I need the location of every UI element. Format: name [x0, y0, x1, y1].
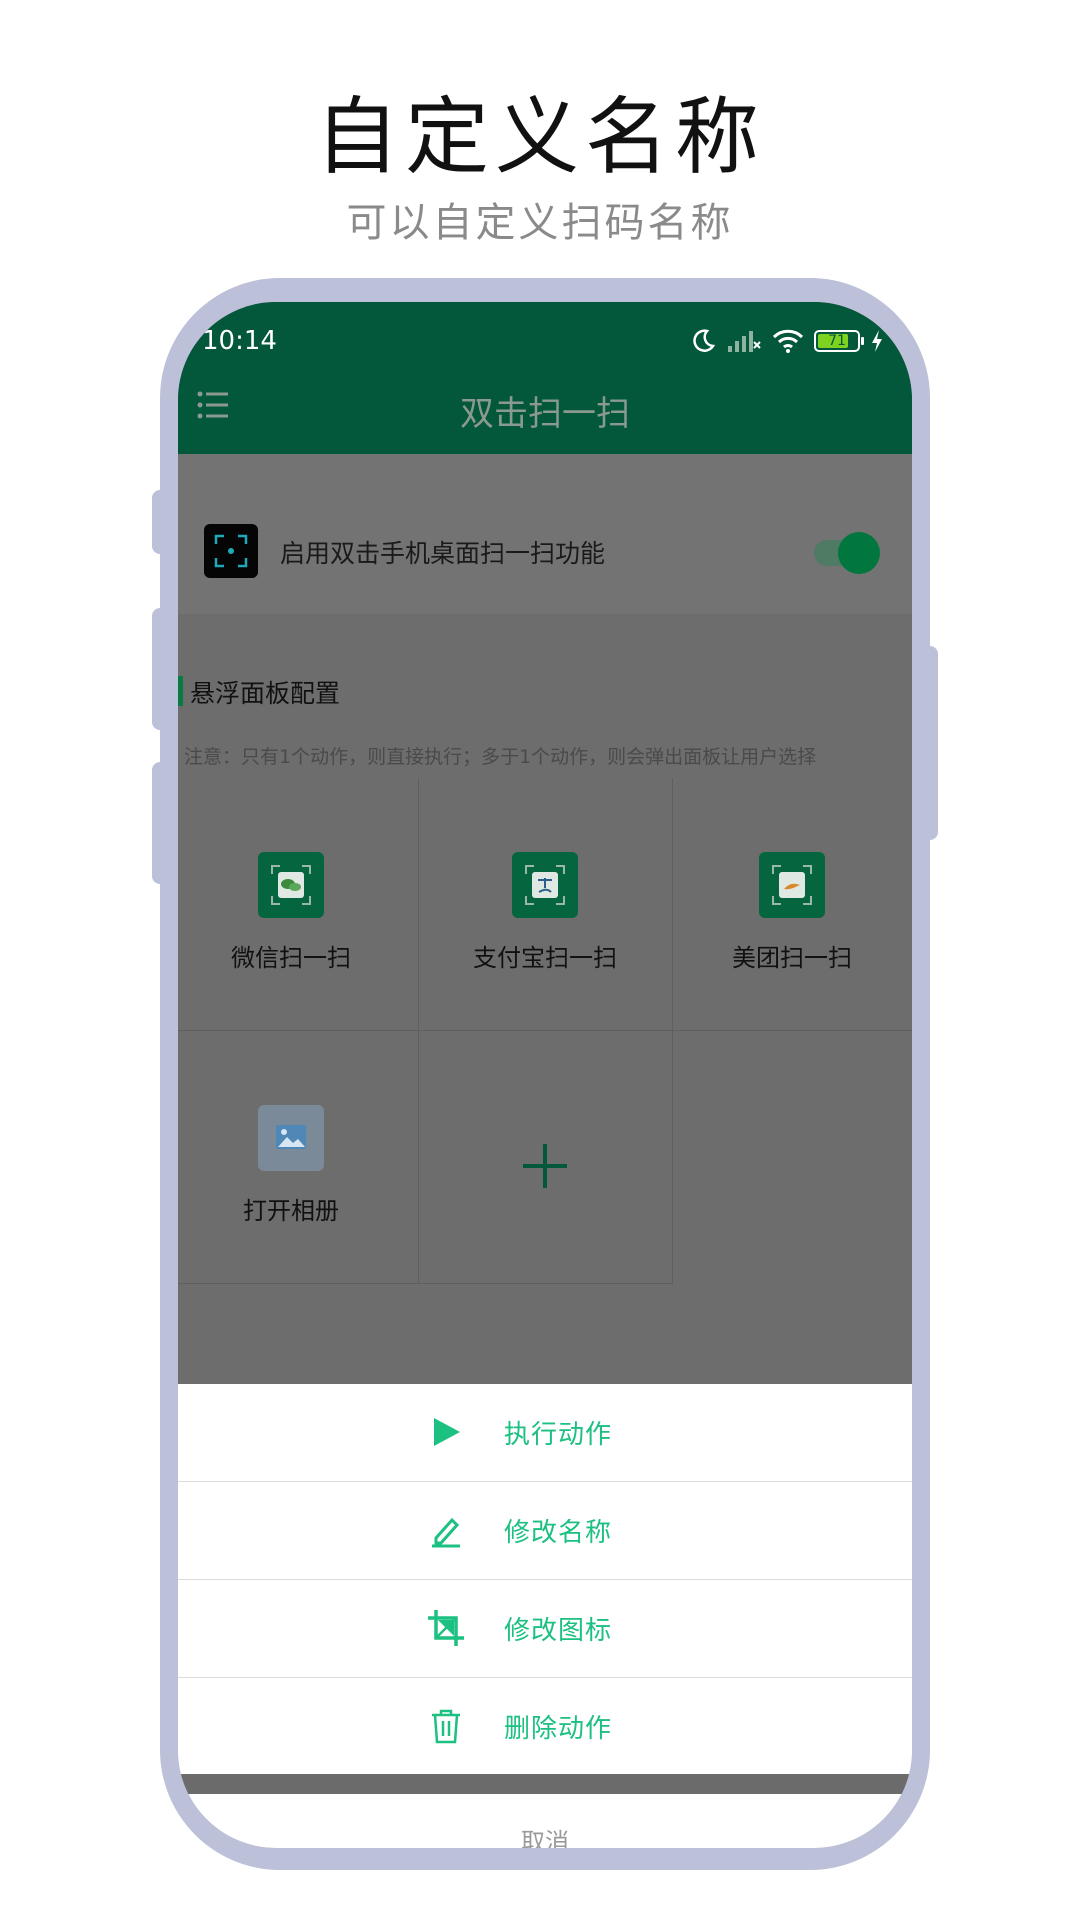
sheet-item-label: 修改图标 — [504, 1616, 613, 1646]
moon-icon — [693, 329, 716, 352]
grid-cell-wechat[interactable]: 微信扫一扫 — [178, 778, 419, 1031]
crop-icon — [428, 1610, 464, 1646]
sheet-item-execute[interactable]: 执行动作 — [178, 1384, 912, 1482]
app-title: 双击扫一扫 — [460, 394, 630, 434]
alipay-scan-icon — [512, 852, 578, 918]
grid-cell-gallery[interactable]: 打开相册 — [178, 1031, 419, 1284]
action-sheet: 执行动作 修改名称 修改图标 删除动作 — [178, 1384, 912, 1775]
charging-icon — [872, 330, 882, 352]
sheet-item-rename[interactable]: 修改名称 — [178, 1482, 912, 1580]
power-button — [918, 646, 938, 840]
enable-label: 启用双击手机桌面扫一扫功能 — [280, 539, 606, 568]
battery-level: 71 — [828, 333, 846, 349]
silent-switch — [152, 762, 172, 884]
volume-up-button — [152, 490, 172, 554]
meituan-scan-icon — [759, 852, 825, 918]
app-bar: 10:14 71 双击扫一扫 — [178, 302, 912, 454]
status-time: 10:14 — [202, 326, 277, 356]
grid-cell-meituan[interactable]: 美团扫一扫 — [672, 778, 912, 1031]
actions-grid: 微信扫一扫 支付宝扫一扫 美团扫一扫 打开相册 — [178, 778, 912, 1284]
edit-icon — [432, 1517, 460, 1548]
sheet-item-label: 修改名称 — [504, 1518, 613, 1548]
wechat-scan-icon — [258, 852, 324, 918]
signal-icon — [728, 331, 761, 352]
grid-label: 美团扫一扫 — [732, 944, 852, 972]
scan-logo-icon — [204, 524, 258, 578]
wifi-icon — [772, 329, 804, 353]
sheet-item-label: 执行动作 — [504, 1420, 613, 1450]
grid-cell-add[interactable] — [418, 1031, 673, 1284]
enable-row[interactable]: 启用双击手机桌面扫一扫功能 — [178, 454, 912, 614]
cancel-button[interactable]: 取消 — [178, 1794, 912, 1848]
cancel-label: 取消 — [521, 1828, 569, 1848]
promo-title: 自定义名称 — [314, 88, 765, 186]
status-icons: 71 — [690, 324, 884, 358]
phone-screen: 10:14 71 双击扫一扫 启用双击手机桌面扫一扫功能 悬浮面板配置 注意：只… — [178, 302, 912, 1848]
section-title: 悬浮面板配置 — [190, 679, 341, 708]
gallery-icon — [258, 1105, 324, 1171]
plus-icon[interactable] — [520, 1141, 570, 1191]
config-note: 注意：只有1个动作，则直接执行；多于1个动作，则会弹出面板让用户选择 — [184, 746, 817, 768]
grid-cell-alipay[interactable]: 支付宝扫一扫 — [418, 778, 673, 1031]
sheet-item-label: 删除动作 — [504, 1714, 613, 1744]
grid-label: 微信扫一扫 — [231, 944, 351, 972]
play-icon — [434, 1418, 460, 1446]
sheet-divider — [178, 1774, 912, 1794]
sheet-item-delete[interactable]: 删除动作 — [178, 1678, 912, 1775]
volume-down-button — [152, 608, 172, 730]
trash-icon — [432, 1709, 460, 1744]
enable-toggle-knob[interactable] — [838, 532, 880, 574]
battery-icon: 71 — [814, 330, 864, 352]
section-accent-bar — [178, 676, 183, 706]
grid-label: 支付宝扫一扫 — [473, 944, 617, 972]
promo-subtitle: 可以自定义扫码名称 — [346, 200, 734, 246]
sheet-item-change-icon[interactable]: 修改图标 — [178, 1580, 912, 1678]
grid-label: 打开相册 — [243, 1197, 339, 1225]
